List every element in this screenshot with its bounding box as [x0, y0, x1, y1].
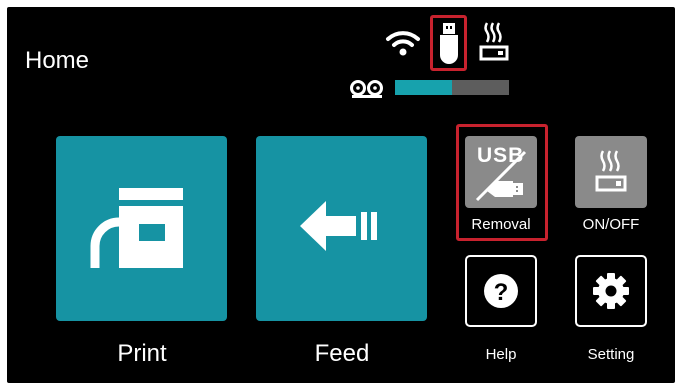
page-title: Home: [25, 47, 90, 74]
print-button[interactable]: [56, 136, 227, 321]
feed-arrow-icon: [300, 201, 377, 251]
heater-onoff-label: ON/OFF: [582, 216, 640, 233]
help-button[interactable]: ?: [465, 255, 537, 327]
setting-label: Setting: [587, 346, 635, 363]
svg-text:?: ?: [494, 279, 509, 306]
usb-removal-label: Removal: [471, 216, 531, 233]
heater-onoff-icon: [595, 150, 627, 192]
help-question-icon: ?: [484, 274, 518, 308]
feed-button[interactable]: [256, 136, 427, 321]
media-level-fill: [395, 80, 452, 95]
printer-icon: [90, 188, 183, 268]
help-label: Help: [485, 346, 517, 363]
feed-label: Feed: [314, 340, 370, 367]
usb-plug-icon: [475, 150, 527, 202]
heater-onoff-button[interactable]: [575, 136, 647, 208]
screen: Home Print Feed USB Removal ON/OFF ? Hel…: [7, 7, 675, 383]
setting-button[interactable]: [575, 255, 647, 327]
wifi-icon: [386, 31, 420, 56]
heater-icon: [479, 22, 509, 61]
usb-removal-button[interactable]: USB: [465, 136, 537, 208]
print-label: Print: [117, 340, 167, 367]
paper-roll-icon: [350, 80, 383, 98]
usb-drive-icon: [440, 23, 458, 64]
media-level-bar: [395, 80, 509, 95]
gear-icon: [593, 273, 629, 309]
